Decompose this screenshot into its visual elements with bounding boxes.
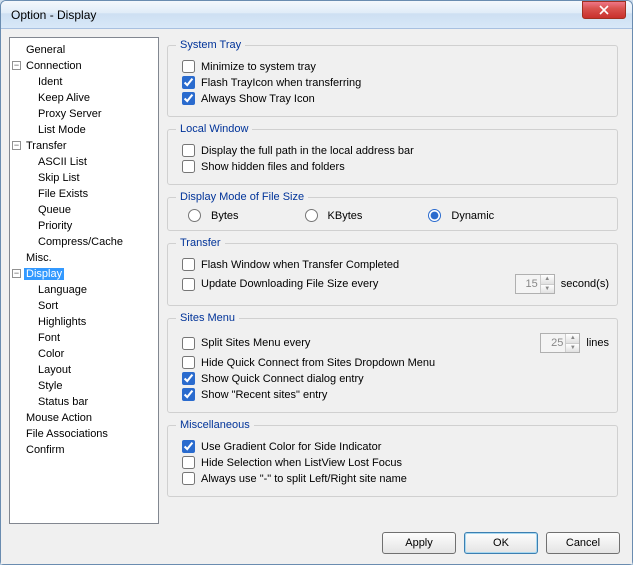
lbl-show-recent: Show "Recent sites" entry [201, 389, 327, 401]
tree-style[interactable]: Style [12, 378, 156, 394]
window-title: Option - Display [11, 8, 582, 22]
close-icon [599, 5, 609, 15]
tree-status-bar[interactable]: Status bar [12, 394, 156, 410]
group-file-size: Display Mode of File Size Bytes KBytes D… [167, 191, 618, 231]
tree-connection[interactable]: −Connection [12, 58, 156, 74]
collapse-icon[interactable]: − [12, 141, 21, 150]
chk-always-show-tray[interactable] [182, 92, 195, 105]
cancel-button[interactable]: Cancel [546, 532, 620, 554]
lbl-always-show-tray: Always Show Tray Icon [201, 93, 315, 105]
chk-flash-trayicon[interactable] [182, 76, 195, 89]
legend-local-window: Local Window [176, 123, 252, 135]
radio-kbytes[interactable] [305, 209, 318, 222]
legend-system-tray: System Tray [176, 39, 245, 51]
lbl-update-size: Update Downloading File Size every [201, 278, 378, 290]
tree-sort[interactable]: Sort [12, 298, 156, 314]
spinner-buttons[interactable]: ▲▼ [540, 275, 554, 293]
radio-dynamic[interactable] [428, 209, 441, 222]
apply-button[interactable]: Apply [382, 532, 456, 554]
group-local-window: Local Window Display the full path in th… [167, 123, 618, 185]
lbl-bytes: Bytes [211, 210, 239, 222]
tree-misc[interactable]: Misc. [12, 250, 156, 266]
tree-language[interactable]: Language [12, 282, 156, 298]
lbl-dash-split: Always use "-" to split Left/Right site … [201, 473, 407, 485]
chk-split-sites[interactable] [182, 337, 195, 350]
lbl-hide-quick-connect: Hide Quick Connect from Sites Dropdown M… [201, 357, 435, 369]
group-system-tray: System Tray Minimize to system tray Flas… [167, 39, 618, 117]
tree-ascii-list[interactable]: ASCII List [12, 154, 156, 170]
settings-panel: System Tray Minimize to system tray Flas… [165, 37, 624, 524]
legend-file-size: Display Mode of File Size [176, 191, 308, 203]
ok-button[interactable]: OK [464, 532, 538, 554]
lbl-flash-trayicon: Flash TrayIcon when transferring [201, 77, 361, 89]
lbl-hide-selection: Hide Selection when ListView Lost Focus [201, 457, 402, 469]
spin-down-icon[interactable]: ▼ [541, 285, 554, 294]
tree-keep-alive[interactable]: Keep Alive [12, 90, 156, 106]
tree-layout[interactable]: Layout [12, 362, 156, 378]
tree-confirm[interactable]: Confirm [12, 442, 156, 458]
lbl-split-sites: Split Sites Menu every [201, 337, 310, 349]
close-button[interactable] [582, 1, 626, 19]
spin-up-icon[interactable]: ▲ [541, 275, 554, 285]
spinner-buttons[interactable]: ▲▼ [565, 334, 579, 352]
lbl-gradient: Use Gradient Color for Side Indicator [201, 441, 381, 453]
chk-hide-quick-connect[interactable] [182, 356, 195, 369]
chk-show-hidden[interactable] [182, 160, 195, 173]
content-area: General −Connection Ident Keep Alive Pro… [1, 29, 632, 564]
group-misc: Miscellaneous Use Gradient Color for Sid… [167, 419, 618, 497]
tree-color[interactable]: Color [12, 346, 156, 362]
legend-sites-menu: Sites Menu [176, 312, 239, 324]
group-sites-menu: Sites Menu Split Sites Menu every ▲▼ lin… [167, 312, 618, 413]
options-window: Option - Display General −Connection Ide… [0, 0, 633, 565]
tree-display[interactable]: −Display [12, 266, 156, 282]
lbl-minimize-tray: Minimize to system tray [201, 61, 316, 73]
tree-file-associations[interactable]: File Associations [12, 426, 156, 442]
spin-update-seconds[interactable]: ▲▼ [515, 274, 555, 294]
tree-list-mode[interactable]: List Mode [12, 122, 156, 138]
spin-down-icon[interactable]: ▼ [566, 344, 579, 353]
tree-highlights[interactable]: Highlights [12, 314, 156, 330]
chk-show-recent[interactable] [182, 388, 195, 401]
tree-ident[interactable]: Ident [12, 74, 156, 90]
tree-skip-list[interactable]: Skip List [12, 170, 156, 186]
chk-minimize-tray[interactable] [182, 60, 195, 73]
spin-up-icon[interactable]: ▲ [566, 334, 579, 344]
tree-proxy-server[interactable]: Proxy Server [12, 106, 156, 122]
radio-bytes[interactable] [188, 209, 201, 222]
button-bar: Apply OK Cancel [9, 524, 624, 556]
collapse-icon[interactable]: − [12, 269, 21, 278]
chk-update-size[interactable] [182, 278, 195, 291]
tree-file-exists[interactable]: File Exists [12, 186, 156, 202]
lbl-dynamic: Dynamic [451, 210, 494, 222]
collapse-icon[interactable]: − [12, 61, 21, 70]
spin-split-lines-input[interactable] [541, 334, 565, 352]
tree-general[interactable]: General [12, 42, 156, 58]
legend-misc: Miscellaneous [176, 419, 254, 431]
titlebar[interactable]: Option - Display [1, 1, 632, 29]
lbl-show-quick-connect: Show Quick Connect dialog entry [201, 373, 364, 385]
spin-update-seconds-input[interactable] [516, 275, 540, 293]
chk-full-path[interactable] [182, 144, 195, 157]
lbl-seconds: second(s) [561, 278, 609, 290]
lbl-kbytes: KBytes [328, 210, 363, 222]
lbl-full-path: Display the full path in the local addre… [201, 145, 414, 157]
chk-hide-selection[interactable] [182, 456, 195, 469]
lbl-lines: lines [586, 337, 609, 349]
tree-compress-cache[interactable]: Compress/Cache [12, 234, 156, 250]
tree-font[interactable]: Font [12, 330, 156, 346]
tree-transfer[interactable]: −Transfer [12, 138, 156, 154]
category-tree[interactable]: General −Connection Ident Keep Alive Pro… [9, 37, 159, 524]
legend-transfer: Transfer [176, 237, 225, 249]
chk-dash-split[interactable] [182, 472, 195, 485]
lbl-flash-window: Flash Window when Transfer Completed [201, 259, 399, 271]
chk-flash-window[interactable] [182, 258, 195, 271]
group-transfer: Transfer Flash Window when Transfer Comp… [167, 237, 618, 306]
spin-split-lines[interactable]: ▲▼ [540, 333, 580, 353]
chk-gradient[interactable] [182, 440, 195, 453]
tree-priority[interactable]: Priority [12, 218, 156, 234]
lbl-show-hidden: Show hidden files and folders [201, 161, 345, 173]
tree-queue[interactable]: Queue [12, 202, 156, 218]
tree-mouse-action[interactable]: Mouse Action [12, 410, 156, 426]
chk-show-quick-connect[interactable] [182, 372, 195, 385]
